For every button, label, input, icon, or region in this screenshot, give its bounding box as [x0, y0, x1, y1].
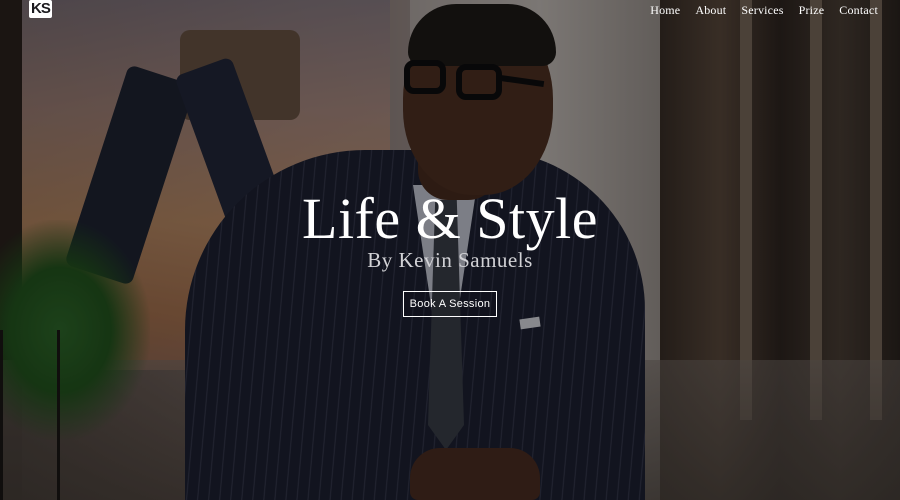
logo-icon: KS	[29, 0, 52, 18]
hero-title: Life & Style	[302, 186, 598, 251]
nav-item-prize[interactable]: Prize	[799, 3, 825, 18]
nav-item-home[interactable]: Home	[650, 3, 680, 18]
hero-section: KS Home About Services Prize Contact Lif…	[0, 0, 900, 500]
hero-subtitle: By Kevin Samuels	[367, 248, 533, 272]
site-logo[interactable]: KS	[29, 0, 52, 20]
hero-content: Life & Style By Kevin Samuels Book A Ses…	[0, 186, 900, 317]
nav-item-services[interactable]: Services	[741, 3, 783, 18]
book-session-button[interactable]: Book A Session	[402, 291, 498, 317]
nav-item-contact[interactable]: Contact	[839, 3, 878, 18]
nav-item-about[interactable]: About	[695, 3, 726, 18]
main-nav: Home About Services Prize Contact	[650, 3, 878, 18]
